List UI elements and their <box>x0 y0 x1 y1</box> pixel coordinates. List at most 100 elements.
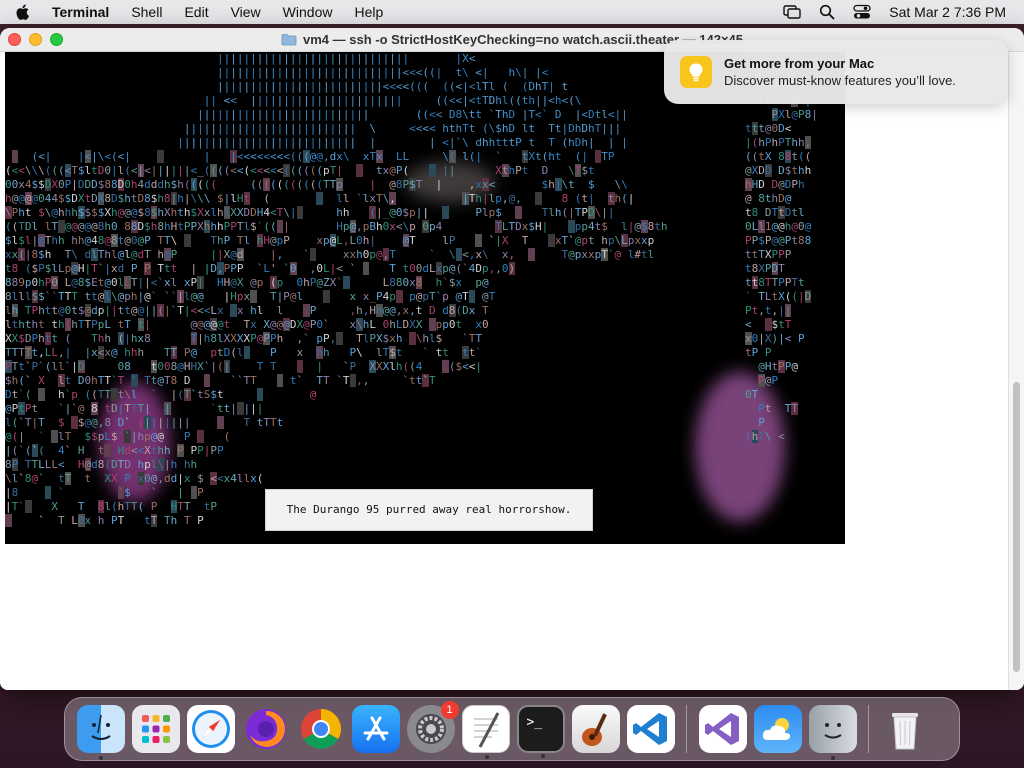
ascii-row: ||||||||||||||||||||||||||||<<<((| t\ <|… <box>217 66 549 79</box>
terminal-window: vm4 — ssh -o StrictHostKeyChecking=no wa… <box>0 28 1024 690</box>
subtitle-text: The Durango 95 purred away real horrorsh… <box>286 503 572 516</box>
ascii-row: || << ||||||||||||||||||||||| ((<<|<tTDh… <box>203 94 582 107</box>
ascii-row: @XDD D$thh <box>745 164 812 177</box>
ascii-art-right: TTtPP$(l hDhPht thP8DXl tt DPlh| PXl@P8|… <box>745 52 818 444</box>
garageband-icon[interactable] <box>571 705 620 753</box>
ascii-row: Dt`( h`p ((TT t\l ` |(T`tS$t @ <box>5 388 317 401</box>
ascii-row: ((TDl lT @@@@@8h0 88D$h8hHtPPXhhhPPTl$`(… <box>5 220 668 233</box>
folder-icon <box>281 34 297 46</box>
ascii-row: tt8TTPPTt <box>745 276 805 289</box>
ascii-row: t8XPDT <box>745 262 785 275</box>
ascii-row: ||||||||||||||||||||||||||||| |X< <box>217 52 476 65</box>
ascii-row: $l$l|@Thh hh@48@8t@0@P TT\ ThP Tl hH@pP … <box>5 234 655 247</box>
ascii-row: \l`8@` tT t XX P x0@,dd|x $ <<x4llx( <box>5 472 264 485</box>
ascii-video-frame: ||||||||||||||||||||||||||||| |X< ||||||… <box>5 52 845 544</box>
ascii-row: |||||||||||||||||||||||||| ((<< D8\tt `T… <box>197 108 628 121</box>
menu-window[interactable]: Window <box>283 4 333 20</box>
ascii-row: ttTXPPP <box>745 248 792 261</box>
ascii-row: |||||||||||||||||||||||||<<<<((( ((<|<lT… <box>217 80 569 93</box>
weather-icon[interactable] <box>753 705 802 753</box>
ascii-row: |(`(`( 4` H t Hd<<Xthh P PP|PP <box>5 444 224 457</box>
scroll-thumb[interactable] <box>1013 382 1020 672</box>
app-store-icon[interactable] <box>351 705 400 753</box>
menubar-clock[interactable]: Sat Mar 2 7:36 PM <box>889 4 1006 20</box>
zoom-button[interactable] <box>50 33 63 46</box>
ascii-row: lh TPhtt@0t$@dp||tt@@||(|`T|<<<Lx x hl l… <box>5 304 489 317</box>
ascii-row: tP P <box>745 346 772 359</box>
ascii-row: @ 8thD@ <box>745 192 792 205</box>
ascii-row: \Pht $\@hhh$$$$Xh@@@$8$hXhth$Xxlh\XXDDH4… <box>5 206 615 219</box>
ascii-row: @(| ` lT $$pL$``|hp@@ P ( <box>5 430 231 443</box>
ascii-row: l(`T|T $ $@@,8 D` |||||||| T tTTt <box>5 416 284 429</box>
ascii-row: PTt`P`(ll`|D 08 t008@HHX`|(| T T | `P XX… <box>5 360 482 373</box>
ascii-art-left: ||||||||||||||||||||||||||||| |X< ||||||… <box>5 52 668 528</box>
visual-studio-icon[interactable] <box>698 705 747 753</box>
spotlight-search-icon[interactable] <box>819 4 835 20</box>
menu-edit[interactable]: Edit <box>184 4 208 20</box>
ascii-row: (hl\ < <box>745 430 785 443</box>
menu-view[interactable]: View <box>231 4 261 20</box>
notification-banner[interactable]: Get more from your Mac Discover must-kno… <box>664 40 1008 104</box>
ascii-row: 00x4$$DX0P|DDD$88D0h4dddh$h((((( (((((((… <box>5 178 628 191</box>
system-settings-icon[interactable]: 1 <box>406 701 459 753</box>
subtitle-box: The Durango 95 purred away real horrorsh… <box>265 489 593 531</box>
vscode-icon[interactable] <box>626 705 675 753</box>
scrollbar[interactable] <box>1008 52 1024 690</box>
ascii-row: @HtPP@ <box>758 360 798 373</box>
menu-app-name[interactable]: Terminal <box>52 4 109 20</box>
terminal-content[interactable]: ||||||||||||||||||||||||||||| |X< ||||||… <box>0 52 1024 690</box>
ascii-row: h@@@@044$$DXtDX8D$htD8$h8|h|\\\ $|lHt ( … <box>5 192 635 205</box>
ascii-row: $h(` X lt D0hTT`T ` Tt@T8 D ``TT t` TT `… <box>5 374 436 387</box>
menu-shell[interactable]: Shell <box>131 4 162 20</box>
ascii-row: 8P TTLLL< H@d8(DTD hpl\|h hh <box>5 458 198 471</box>
menu-help[interactable]: Help <box>354 4 383 20</box>
ascii-row: (<<\\\(((<T$ltD0|l(<|<||||||<_((((<<(<<<… <box>5 164 595 177</box>
ascii-row: PXl@P8| <box>771 108 818 121</box>
safari-icon[interactable] <box>186 705 235 753</box>
running-indicator <box>540 754 545 758</box>
ascii-row: < $tT <box>745 318 792 331</box>
ascii-row: @PtPt `|`@ 8 tD|TTT| | `tt| ||| <box>5 402 264 415</box>
ascii-row: hHD D@DPh <box>745 178 805 191</box>
notification-badge: 1 <box>440 701 459 719</box>
ascii-row: t8 ($P$lLp@H|T`|xd P P Ttt | |D,PPP `L' … <box>5 262 516 275</box>
running-indicator <box>830 756 835 760</box>
ascii-row: t8 DTtDtl <box>745 206 805 219</box>
ascii-row: P <box>758 416 765 429</box>
ascii-row: 8lll$$``TTT tt@l\@ph|@` ``|l@@ |Hpx T|P@… <box>5 290 496 303</box>
ascii-row: |||||||||||||||||||||||||| \ <<<< hthTt … <box>183 122 622 135</box>
migration-assistant-icon[interactable] <box>808 705 857 760</box>
trash-icon[interactable] <box>881 705 929 753</box>
ascii-row: XX$DPhtt ( Thh (|hx8 T|h8lXXXXP@PPh ,` p… <box>5 332 482 345</box>
close-button[interactable] <box>8 33 21 46</box>
ascii-row: PP$P@@Pt88 <box>745 234 812 247</box>
ascii-row: (<| |<|\<(<| | |<<<<<<<<(((@@,dx\ xTx LL… <box>5 150 668 164</box>
ascii-row: TTTTt,LL,| |x<x@ hhh TT P@ ptD(l P x hh … <box>5 346 482 359</box>
apple-menu-icon[interactable] <box>14 3 32 21</box>
notification-title: Get more from your Mac <box>724 56 875 71</box>
dock-separator-2 <box>868 705 869 753</box>
ascii-row: 889p0hP0 L@8$Et@0lLT||<`xl xP| HH@X @p (… <box>5 276 489 289</box>
textedit-icon[interactable] <box>461 705 510 759</box>
ascii-row: Pt,t,|| <box>745 304 792 317</box>
ascii-row: ||||||||||||||||||||||||||| | | <|`\ dhh… <box>177 136 628 149</box>
launchpad-icon[interactable] <box>131 705 180 753</box>
minimize-button[interactable] <box>29 33 42 46</box>
traffic-lights <box>8 33 63 46</box>
ascii-row: lththt th(hTTPpL tT t| @@@@@t Tx X@@@DX@… <box>5 318 489 331</box>
chrome-icon[interactable] <box>297 705 345 753</box>
finder-icon[interactable] <box>76 705 125 760</box>
terminal-icon[interactable]: >_ <box>516 705 565 758</box>
control-center-icon[interactable] <box>853 4 871 20</box>
screen-mirroring-icon[interactable] <box>783 5 801 19</box>
ascii-row: P@P <box>758 374 779 387</box>
ascii-row: |(hPhPThh, <box>745 136 812 149</box>
running-indicator <box>98 756 103 760</box>
notification-body: Discover must-know features you’ll love. <box>724 73 956 88</box>
ascii-row: ` TLtX((|D <box>745 290 812 303</box>
menu-bar: Terminal Shell Edit View Window Help Sat… <box>0 0 1024 24</box>
firefox-icon[interactable] <box>242 705 290 753</box>
ascii-row: xx(|8$h T\ dlThl@l@dT h@P ||X@d |, ` xxh… <box>5 248 655 261</box>
ascii-row: ttt@0D< <box>745 122 792 135</box>
dock: 1 >_ <box>64 697 960 761</box>
